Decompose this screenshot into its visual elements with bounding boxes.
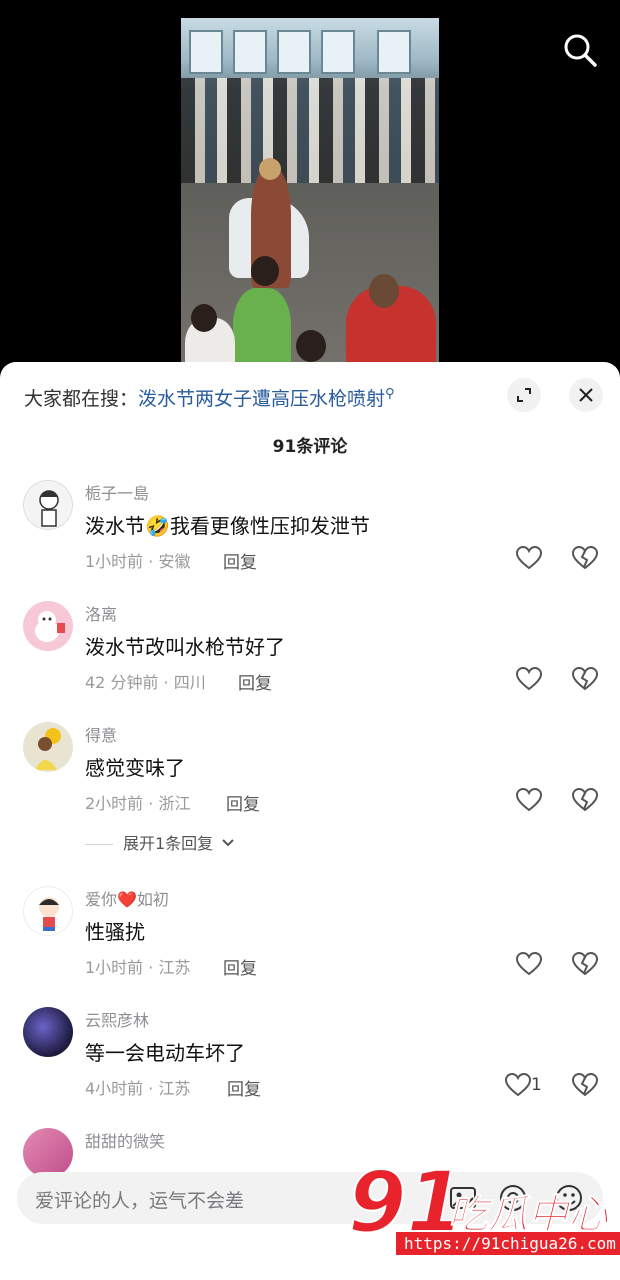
heart-icon[interactable] [516, 788, 542, 812]
reply-button[interactable]: 回复 [227, 1075, 261, 1100]
broken-heart-icon[interactable] [572, 1073, 598, 1097]
comment-meta: 42 分钟前 · 四川 [85, 673, 206, 692]
broken-heart-icon[interactable] [572, 788, 598, 812]
close-icon [579, 388, 593, 402]
avatar[interactable] [23, 1128, 73, 1178]
comment-text: 泼水节改叫水枪节好了 [85, 635, 285, 659]
avatar[interactable] [23, 1007, 73, 1057]
comment-meta: 1小时前 · 江苏 [85, 958, 191, 977]
search-icon[interactable] [560, 30, 600, 70]
reply-button[interactable]: 回复 [226, 790, 260, 815]
comment-text: 性骚扰 [85, 920, 145, 944]
video-player[interactable] [0, 0, 620, 380]
chevron-down-icon [222, 832, 234, 851]
hot-search-bar[interactable]: 大家都在搜：泼水节两女子遭高压水枪喷射⚲ [24, 384, 395, 411]
comment-count: 91条评论 [272, 437, 348, 457]
comment-meta: 4小时前 · 江苏 [85, 1079, 191, 1098]
broken-heart-icon[interactable] [572, 952, 598, 976]
comment-text: 等一会电动车坏了 [85, 1041, 245, 1065]
search-icon: ⚲ [385, 386, 395, 402]
comment-author[interactable]: 栀子一島 [85, 480, 149, 504]
expand-button[interactable] [507, 378, 541, 412]
comment-author[interactable]: 甜甜的微笑 [85, 1128, 165, 1152]
comment-author[interactable]: 洛离 [85, 601, 117, 625]
comment-text: 感觉变味了 [85, 756, 185, 780]
reply-button[interactable]: 回复 [238, 669, 272, 694]
broken-heart-icon[interactable] [572, 546, 598, 570]
heart-icon[interactable] [516, 546, 542, 570]
like-count: 1 [531, 1075, 542, 1095]
expand-replies-button[interactable]: 展开1条回复 [85, 830, 234, 854]
comment-author[interactable]: 云熙彦林 [85, 1007, 149, 1031]
hot-search-link[interactable]: 泼水节两女子遭高压水枪喷射 [138, 388, 385, 410]
expand-icon [517, 388, 531, 402]
comment-text: 泼水节🤣我看更像性压抑发泄节 [85, 514, 370, 538]
comment-author[interactable]: 爱你❤️如初 [85, 886, 169, 910]
comment-item: 洛离 泼水节改叫水枪节好了 42 分钟前 · 四川 回复 [0, 601, 620, 721]
comment-meta: 2小时前 · 浙江 [85, 794, 191, 813]
comment-item: 云熙彦林 等一会电动车坏了 4小时前 · 江苏 回复 1 [0, 1007, 620, 1127]
avatar[interactable] [23, 601, 73, 651]
watermark-logo: 91 吃瓜中心 https://91chigua26.com [347, 1159, 620, 1260]
heart-icon[interactable] [516, 952, 542, 976]
heart-icon[interactable] [505, 1073, 531, 1097]
heart-icon[interactable] [516, 667, 542, 691]
comment-item: 栀子一島 泼水节🤣我看更像性压抑发泄节 1小时前 · 安徽 回复 [0, 480, 620, 600]
comment-item: 爱你❤️如初 性骚扰 1小时前 · 江苏 回复 [0, 886, 620, 1006]
hot-search-prefix: 大家都在搜： [24, 388, 139, 410]
avatar[interactable] [23, 886, 73, 936]
comment-item: 得意 感觉变味了 2小时前 · 浙江 回复 [0, 722, 620, 842]
comment-sheet: 大家都在搜：泼水节两女子遭高压水枪喷射⚲ 91条评论 栀子一島 泼水节🤣我看更像… [0, 362, 620, 1280]
comment-author[interactable]: 得意 [85, 722, 117, 746]
avatar[interactable] [23, 480, 73, 530]
reply-button[interactable]: 回复 [223, 954, 257, 979]
comment-meta: 1小时前 · 安徽 [85, 552, 191, 571]
close-button[interactable] [569, 378, 603, 412]
comment-input-placeholder: 爱评论的人，运气不会差 [35, 1190, 245, 1212]
reply-button[interactable]: 回复 [223, 548, 257, 573]
watermark-url: https://91chigua26.com [396, 1232, 620, 1255]
expand-replies-label: 展开1条回复 [123, 834, 214, 853]
avatar[interactable] [23, 722, 73, 772]
video-thumbnail[interactable] [181, 18, 439, 380]
broken-heart-icon[interactable] [572, 667, 598, 691]
